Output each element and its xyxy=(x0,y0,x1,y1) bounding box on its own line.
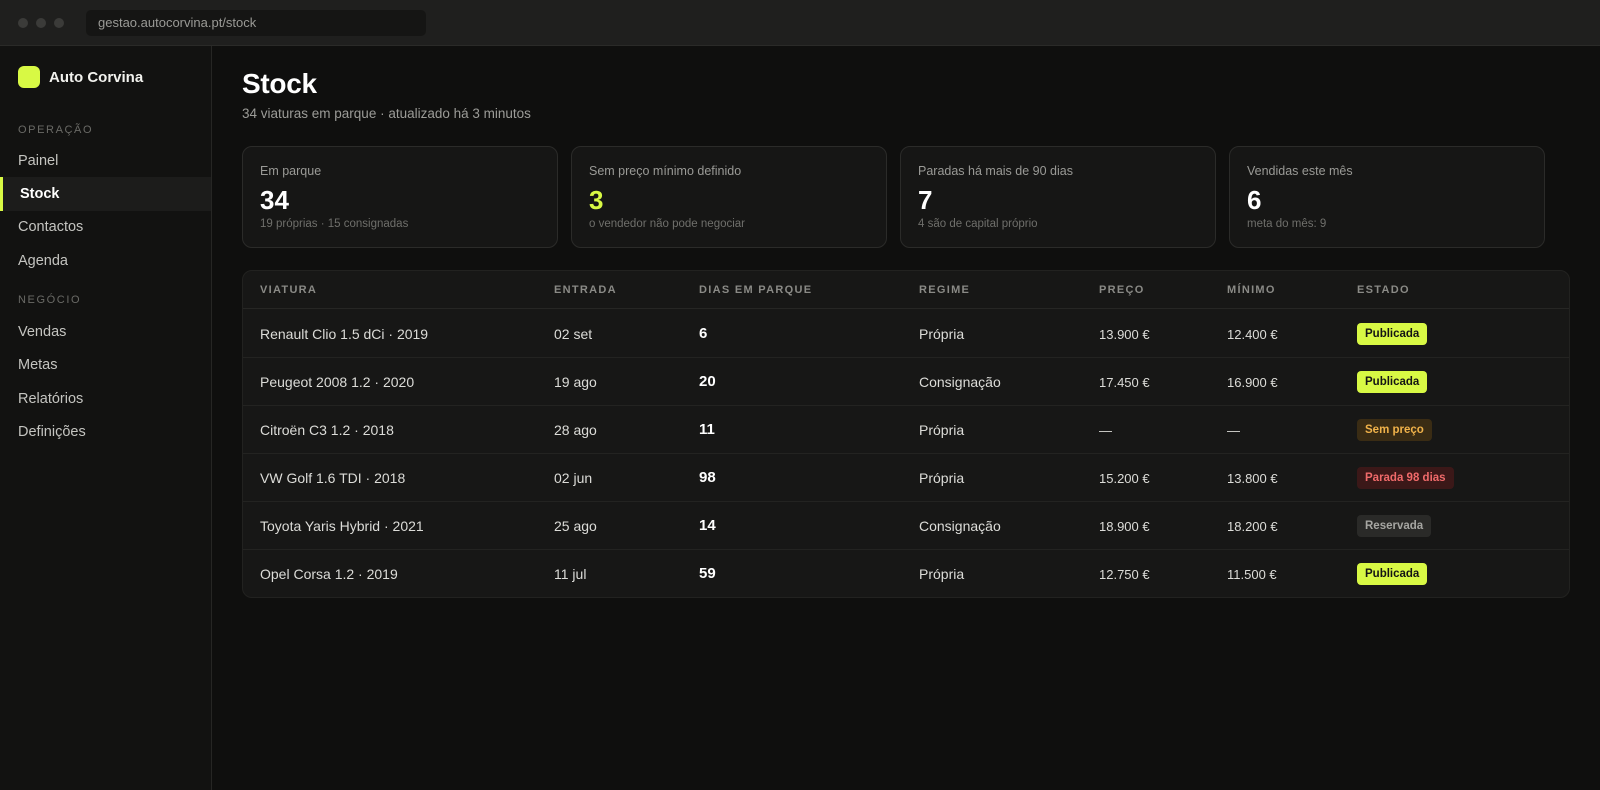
stock-table: VIATURA ENTRADA DIAS EM PARQUE REGIME PR… xyxy=(242,270,1570,598)
cell-min: 12.400 € xyxy=(1227,327,1278,342)
cell-vehicle: Renault Clio 1.5 dCi · 2019 xyxy=(260,326,429,342)
cell-min: — xyxy=(1227,423,1240,438)
section-label-negocio: NEGÓCIO xyxy=(18,294,82,306)
card-note: meta do mês: 9 xyxy=(1247,218,1327,230)
cell-min: 13.800 € xyxy=(1227,471,1278,486)
card-note: o vendedor não pode negociar xyxy=(589,218,746,230)
cell-vehicle: Opel Corsa 1.2 · 2019 xyxy=(260,566,398,582)
cell-days: 14 xyxy=(699,517,716,534)
cell-entry: 25 ago xyxy=(554,518,597,534)
card-note: 4 são de capital próprio xyxy=(918,218,1038,230)
page-title: Stock xyxy=(242,68,317,99)
sidebar-item-vendas[interactable]: Vendas xyxy=(0,315,211,349)
sidebar-item-metas[interactable]: Metas xyxy=(0,348,211,382)
card-label: Vendidas este mês xyxy=(1247,164,1353,178)
sidebar-item-relatorios[interactable]: Relatórios xyxy=(0,382,211,416)
cell-vehicle: Peugeot 2008 1.2 · 2020 xyxy=(260,374,415,390)
cell-price: 15.200 € xyxy=(1099,471,1150,486)
table-row[interactable]: Citroën C3 1.2 · 2018 28 ago 11 Própria … xyxy=(243,406,1569,454)
cell-entry: 11 jul xyxy=(554,566,587,582)
cell-days: 59 xyxy=(699,565,716,582)
brand-logo-icon xyxy=(18,66,40,88)
table-row[interactable]: VW Golf 1.6 TDI · 2018 02 jun 98 Própria… xyxy=(243,454,1569,502)
card-label: Em parque xyxy=(260,164,322,178)
column-header-estado[interactable]: ESTADO xyxy=(1357,284,1410,296)
sidebar-item-stock[interactable]: Stock xyxy=(0,177,211,211)
cell-days: 98 xyxy=(699,469,716,486)
cell-regime: Própria xyxy=(919,566,965,582)
main-content: Stock 34 viaturas em parque · atualizado… xyxy=(212,46,1600,790)
status-badge: Parada 98 dias xyxy=(1357,467,1454,489)
cell-entry: 02 set xyxy=(554,326,593,342)
table-row[interactable]: Toyota Yaris Hybrid · 2021 25 ago 14 Con… xyxy=(243,502,1569,550)
status-badge: Publicada xyxy=(1357,563,1428,585)
sidebar-item-definicoes[interactable]: Definições xyxy=(0,415,211,449)
cell-entry: 19 ago xyxy=(554,374,597,390)
sidebar-item-contactos[interactable]: Contactos xyxy=(0,210,211,244)
stat-card-em-parque[interactable]: Em parque 34 19 próprias · 15 consignada… xyxy=(242,146,558,248)
status-badge: Reservada xyxy=(1357,515,1432,537)
page-subtitle: 34 viaturas em parque · atualizado há 3 … xyxy=(242,106,531,121)
cell-price: 13.900 € xyxy=(1099,327,1150,342)
card-label: Paradas há mais de 90 dias xyxy=(918,164,1073,178)
cell-regime: Consignação xyxy=(919,374,1001,390)
sidebar: Auto Corvina OPERAÇÃO Painel Stock Conta… xyxy=(0,46,212,790)
card-value: 34 xyxy=(260,185,289,215)
cell-entry: 02 jun xyxy=(554,470,593,486)
table-row[interactable]: Opel Corsa 1.2 · 2019 11 jul 59 Própria … xyxy=(243,550,1569,598)
cell-days: 20 xyxy=(699,373,716,390)
cell-entry: 28 ago xyxy=(554,422,597,438)
cell-price: 17.450 € xyxy=(1099,375,1150,390)
cell-days: 6 xyxy=(699,325,708,342)
card-value: 3 xyxy=(589,185,604,215)
cell-min: 11.500 € xyxy=(1227,567,1277,582)
cell-vehicle: VW Golf 1.6 TDI · 2018 xyxy=(260,470,406,486)
sidebar-item-agenda[interactable]: Agenda xyxy=(0,244,211,278)
brand-name: Auto Corvina xyxy=(49,68,144,86)
table-row[interactable]: Renault Clio 1.5 dCi · 2019 02 set 6 Pró… xyxy=(243,310,1569,358)
window-close-dot[interactable] xyxy=(18,18,28,28)
card-value: 7 xyxy=(918,185,933,215)
column-header-preco[interactable]: PREÇO xyxy=(1099,284,1145,296)
window-maximize-dot[interactable] xyxy=(54,18,64,28)
table-header: VIATURA ENTRADA DIAS EM PARQUE REGIME PR… xyxy=(243,271,1569,309)
column-header-regime[interactable]: REGIME xyxy=(919,284,970,296)
stat-card-paradas[interactable]: Paradas há mais de 90 dias 7 4 são de ca… xyxy=(900,146,1216,248)
brand[interactable]: Auto Corvina xyxy=(18,66,143,88)
column-header-minimo[interactable]: MÍNIMO xyxy=(1227,284,1276,296)
status-badge: Publicada xyxy=(1357,323,1428,345)
status-badge: Publicada xyxy=(1357,371,1428,393)
url-bar[interactable]: gestao.autocorvina.pt/stock xyxy=(86,10,426,36)
column-header-entrada[interactable]: ENTRADA xyxy=(554,284,617,296)
window-minimize-dot[interactable] xyxy=(36,18,46,28)
cell-regime: Própria xyxy=(919,470,965,486)
cell-price: 12.750 € xyxy=(1099,567,1150,582)
cell-regime: Consignação xyxy=(919,518,1001,534)
cell-min: 18.200 € xyxy=(1227,519,1278,534)
status-badge: Sem preço xyxy=(1357,419,1432,441)
cell-price: — xyxy=(1099,423,1112,438)
browser-chrome: gestao.autocorvina.pt/stock xyxy=(0,0,1600,46)
cell-regime: Própria xyxy=(919,422,965,438)
cell-price: 18.900 € xyxy=(1099,519,1150,534)
section-label-operacao: OPERAÇÃO xyxy=(18,124,94,136)
sidebar-item-painel[interactable]: Painel xyxy=(0,144,211,178)
card-note: 19 próprias · 15 consignadas xyxy=(260,218,409,230)
card-value: 6 xyxy=(1247,185,1262,215)
column-header-viatura[interactable]: VIATURA xyxy=(260,284,317,296)
table-row[interactable]: Peugeot 2008 1.2 · 2020 19 ago 20 Consig… xyxy=(243,358,1569,406)
cell-days: 11 xyxy=(699,421,715,438)
column-header-dias[interactable]: DIAS EM PARQUE xyxy=(699,284,812,296)
card-label: Sem preço mínimo definido xyxy=(589,164,742,178)
stat-card-sem-preco[interactable]: Sem preço mínimo definido 3 o vendedor n… xyxy=(571,146,887,248)
stat-card-vendidas[interactable]: Vendidas este mês 6 meta do mês: 9 xyxy=(1229,146,1545,248)
cell-regime: Própria xyxy=(919,326,965,342)
cell-min: 16.900 € xyxy=(1227,375,1278,390)
cell-vehicle: Citroën C3 1.2 · 2018 xyxy=(260,422,394,438)
cell-vehicle: Toyota Yaris Hybrid · 2021 xyxy=(260,518,424,534)
